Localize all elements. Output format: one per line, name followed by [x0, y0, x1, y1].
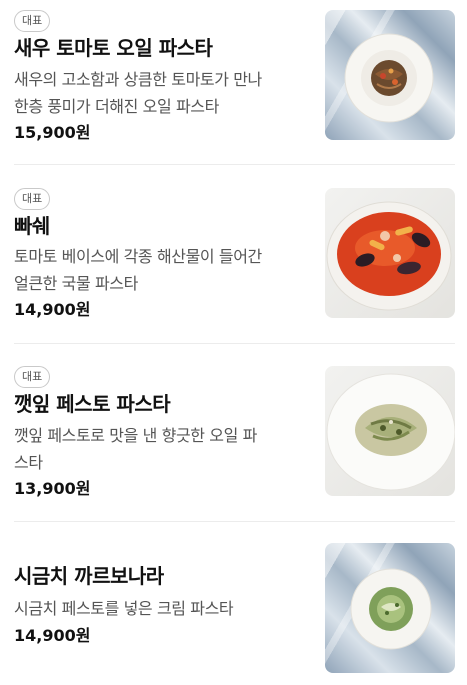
description-line: 깻잎 페스토로 맛을 낸 향긋한 오일 파: [14, 426, 257, 445]
soup-bowl-image: [326, 201, 452, 311]
menu-item-price: 14,900원: [14, 626, 91, 645]
menu-item[interactable]: 시금치 까르보나라 시금치 페스토를 넣은 크림 파스타 14,900원: [14, 543, 455, 673]
pesto-pasta-image: [326, 373, 455, 491]
description-line: 스타: [14, 453, 43, 472]
signature-badge: 대표: [14, 10, 51, 32]
menu-item-description: 새우의 고소함과 상큼한 토마토가 만나 한층 풍미가 더해진 오일 파스타: [14, 66, 314, 120]
menu-item-description: 깻잎 페스토로 맛을 낸 향긋한 오일 파 스타: [14, 422, 314, 476]
spinach-carbonara-photo[interactable]: [325, 543, 455, 673]
divider: [14, 521, 455, 522]
shrimp-tomato-pasta-photo[interactable]: [325, 10, 455, 140]
signature-badge: 대표: [14, 188, 51, 210]
description-line: 시금치 페스토를 넣은 크림 파스타: [14, 599, 234, 618]
menu-item-name: 시금치 까르보나라: [14, 564, 164, 588]
menu-item-description: 시금치 페스토를 넣은 크림 파스타: [14, 595, 314, 622]
divider: [14, 343, 455, 344]
signature-badge: 대표: [14, 366, 51, 388]
menu-item-price: 13,900원: [14, 479, 91, 498]
pasta-plate-image: [344, 33, 434, 123]
description-line: 새우의 고소함과 상큼한 토마토가 만나: [14, 70, 262, 89]
menu-item-name: 빠쉐: [14, 214, 50, 238]
description-line: 한층 풍미가 더해진 오일 파스타: [14, 97, 219, 116]
menu-list: 대표 새우 토마토 오일 파스타 새우의 고소함과 상큼한 토마토가 만나 한층…: [0, 0, 467, 685]
menu-item-description: 토마토 베이스에 각종 해산물이 들어간 얼큰한 국물 파스타: [14, 243, 314, 297]
perilla-pesto-pasta-photo[interactable]: [325, 366, 455, 496]
menu-item-name: 새우 토마토 오일 파스타: [14, 36, 213, 60]
menu-item[interactable]: 대표 빠쉐 토마토 베이스에 각종 해산물이 들어간 얼큰한 국물 파스타 14…: [14, 188, 455, 328]
menu-item-price: 14,900원: [14, 300, 91, 319]
carbonara-plate-image: [350, 568, 432, 650]
description-line: 토마토 베이스에 각종 해산물이 들어간: [14, 247, 262, 266]
menu-item-price: 15,900원: [14, 123, 91, 142]
menu-item[interactable]: 대표 새우 토마토 오일 파스타 새우의 고소함과 상큼한 토마토가 만나 한층…: [14, 10, 455, 150]
divider: [14, 164, 455, 165]
menu-item-name: 깻잎 페스토 파스타: [14, 392, 171, 416]
menu-item[interactable]: 대표 깻잎 페스토 파스타 깻잎 페스토로 맛을 낸 향긋한 오일 파 스타 1…: [14, 366, 455, 506]
seafood-soup-pasta-photo[interactable]: [325, 188, 455, 318]
description-line: 얼큰한 국물 파스타: [14, 274, 138, 293]
